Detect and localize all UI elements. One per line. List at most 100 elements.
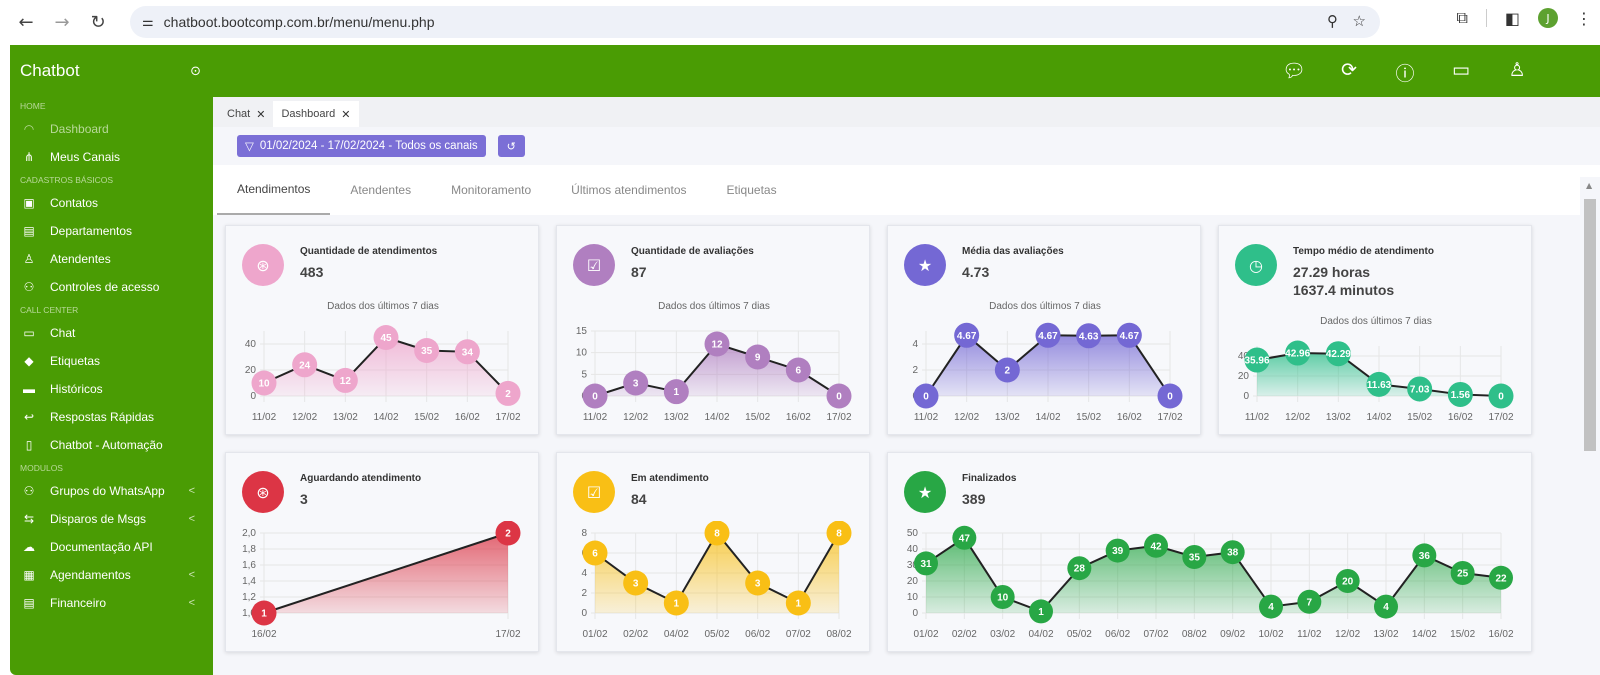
sidebar-item-label: Etiquetas [50,354,101,368]
profile-avatar[interactable]: J [1538,8,1558,28]
top-bar: 💬︎ ⟳ ⓘ ▭ ♙ [213,45,1600,97]
data-label: 25 [1457,569,1469,580]
data-label: 7.03 [1410,384,1430,395]
tab-monitoramento[interactable]: Monitoramento [431,165,551,215]
reload-icon[interactable]: ↻ [86,11,110,35]
chart-subtitle: Dados dos últimos 7 dias [989,301,1101,312]
sidebar-item-historicos[interactable]: ▬ Históricos [10,375,213,403]
x-tick-label: 05/02 [704,629,729,640]
stat-card: ★ Média das avaliações 4.73 Dados dos últim… [887,225,1201,435]
data-label: 34 [462,347,474,358]
help-icon[interactable]: ⓘ [1394,59,1416,86]
card-chart: Dados dos últimos 7 dias05101511/0212/02… [576,301,852,423]
sidebar-item-documentacao-api[interactable]: ☁ Documentação API [10,533,213,561]
data-label: 0 [923,392,929,403]
data-label: 3 [633,379,639,390]
refresh-icon[interactable]: ⟳ [1338,59,1360,86]
x-tick-label: 15/02 [1407,412,1432,423]
extensions-icon[interactable]: ⧉ [1456,8,1467,28]
sidebar-item-departamentos[interactable]: ▤ Departamentos [10,217,213,245]
stat-card: ◷ Tempo médio de atendimento 27.29 horas 16… [1218,225,1532,435]
x-tick-label: 13/02 [995,412,1020,423]
side-panel-icon[interactable]: ◧ [1505,9,1520,28]
y-tick-label: 10 [576,348,588,359]
y-tick-label: 0 [250,391,256,402]
sidebar-item-controles-de-acesso[interactable]: ⚇ Controles de acesso [10,273,213,301]
bookmark-star-icon[interactable]: ☆ [1353,12,1366,30]
x-tick-label: 05/02 [1067,629,1092,640]
page-tab-chat[interactable]: Chat ✕ [219,101,273,127]
calendar-icon: ▦ [23,568,35,582]
data-label: 4 [1383,602,1389,613]
sidebar-nav: HOME ◠ Dashboard ⋔ Meus Canais CADASTROS BÁSI… [10,97,213,617]
sidebar-item-grupos-do-whatsapp[interactable]: ⚇ Grupos do WhatsApp < [10,477,213,505]
x-tick-label: 12/02 [1335,629,1360,640]
sidebar-item-contatos[interactable]: ▣ Contatos [10,189,213,217]
x-tick-label: 17/02 [495,412,520,423]
sidebar-brand: Chatbot ⊙ [10,45,213,97]
date-filter-button[interactable]: ▽ 01/02/2024 - 17/02/2024 - Todos os can… [237,135,486,157]
scrollbar-thumb[interactable] [1584,199,1596,451]
conversations-icon[interactable]: 💬︎ [1282,59,1306,86]
sidebar-item-label: Agendamentos [50,568,131,582]
tab-atendentes[interactable]: Atendentes [330,165,431,215]
sidebar-item-chat[interactable]: ▭ Chat [10,319,213,347]
x-tick-label: 16/02 [455,412,480,423]
card-title: Finalizados [962,473,1017,484]
address-bar[interactable]: ⚌ chatboot.bootcomp.com.br/menu/menu.php… [130,6,1380,38]
scroll-up-icon[interactable]: ▲ [1586,181,1592,190]
url-text[interactable]: chatboot.bootcomp.com.br/menu/menu.php [164,14,435,30]
sidebar-item-disparos-de-msgs[interactable]: ⇆ Disparos de Msgs < [10,505,213,533]
user-profile-icon[interactable]: ♙ [1506,59,1528,86]
y-tick-label: 5 [581,369,587,380]
chart-subtitle: Dados dos últimos 7 dias [658,301,770,312]
star-icon: ★ [904,471,946,513]
x-tick-label: 08/02 [1182,629,1207,640]
sidebar-item-financeiro[interactable]: ▤ Financeiro < [10,589,213,617]
reset-filter-button[interactable]: ↺ [497,135,525,157]
vertical-scrollbar[interactable]: ▲ [1580,177,1600,675]
data-label: 0 [1167,392,1173,403]
sidebar-item-dashboard[interactable]: ◠ Dashboard [10,115,213,143]
y-tick-label: 0 [1243,391,1249,402]
x-tick-label: 12/02 [292,412,317,423]
card-chart: Dados dos últimos 7 dias 0 2 4 11/02 12/02 13/… [912,301,1183,423]
back-icon[interactable]: ← [14,11,38,35]
close-icon[interactable]: ✕ [341,108,350,121]
clipboard-check-icon: ☑ [573,471,615,513]
messages-icon[interactable]: ▭ [1450,59,1472,86]
data-label: 4.67 [1120,331,1140,342]
x-tick-label: 13/02 [1326,412,1351,423]
sidebar-item-label: Respostas Rápidas [50,410,155,424]
data-label: 3 [633,579,639,590]
forward-icon[interactable]: → [50,11,74,35]
close-icon[interactable]: ✕ [256,108,265,121]
sidebar-item-respostas-rapidas[interactable]: ↩ Respostas Rápidas [10,403,213,431]
stat-card: ⊛ Quantidade de atendimentos 483 Dados dos … [225,225,539,435]
data-label: 36 [1419,551,1431,562]
data-label: 4.63 [1079,331,1099,342]
zoom-icon[interactable]: ⚲ [1327,12,1338,30]
sidebar-item-agendamentos[interactable]: ▦ Agendamentos < [10,561,213,589]
x-tick-label: 11/02 [1245,412,1270,423]
sidebar-item-meus-canais[interactable]: ⋔ Meus Canais [10,143,213,171]
data-label: 3 [755,579,761,590]
tab-etiquetas[interactable]: Etiquetas [707,165,797,215]
y-tick-label: 10 [907,592,919,603]
card-title: Em atendimento [631,473,709,484]
data-label: 2 [1005,366,1011,377]
menu-kebab-icon[interactable]: ⋮ [1576,9,1592,28]
toggle-sidebar-icon[interactable]: ⊙ [190,64,201,79]
y-tick-label: 0 [581,608,587,619]
sidebar-item-etiquetas[interactable]: ◆ Etiquetas [10,347,213,375]
x-tick-label: 06/02 [1105,629,1130,640]
site-settings-icon[interactable]: ⚌ [142,15,154,30]
sidebar-item-atendentes[interactable]: ♙ Atendentes [10,245,213,273]
tab-atendimentos[interactable]: Atendimentos [217,165,331,215]
sidebar-item-chatbot-automacao[interactable]: ▯ Chatbot - Automação [10,431,213,459]
document-icon: ▤ [23,224,35,238]
page-tab-dashboard[interactable]: Dashboard ✕ [273,101,359,127]
data-label: 42.29 [1326,349,1351,360]
sitemap-icon: ⋔ [23,150,35,164]
tab-ultimos-atendimentos[interactable]: Últimos atendimentos [551,165,706,215]
